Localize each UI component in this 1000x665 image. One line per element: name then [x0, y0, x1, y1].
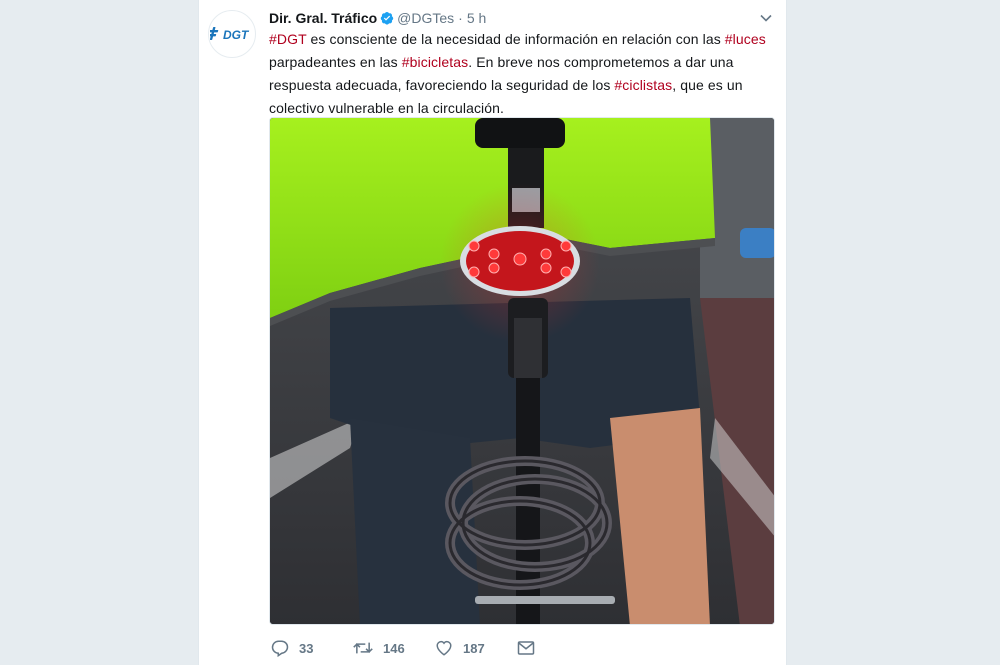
header-separator: ·	[458, 10, 463, 26]
reply-icon	[271, 640, 289, 657]
tweet-actions: 33 146 187	[271, 637, 545, 659]
retweet-icon	[353, 642, 373, 654]
retweet-count: 146	[383, 640, 405, 656]
tweet-text: #DGT es consciente de la necesidad de in…	[269, 28, 774, 120]
chevron-down-icon[interactable]	[757, 10, 775, 26]
tweet-text-segment: es consciente de la necesidad de informa…	[306, 31, 725, 47]
reply-count: 33	[299, 640, 314, 656]
hashtag-link[interactable]: #bicicletas	[402, 54, 468, 70]
like-button[interactable]: 187	[435, 639, 517, 657]
tweet-text-segment: parpadeantes en las	[269, 54, 402, 70]
reply-button[interactable]: 33	[271, 639, 353, 657]
cyclist-rear-light-photo	[270, 118, 774, 624]
hashtag-link[interactable]: #luces	[725, 31, 766, 47]
tweet-header: Dir. Gral. Tráfico @DGTes · 5 h	[269, 8, 486, 28]
direct-message-button[interactable]	[517, 640, 545, 656]
tweet-timestamp[interactable]: 5 h	[467, 10, 486, 26]
verified-badge-icon	[380, 11, 394, 25]
author-handle[interactable]: @DGTes	[397, 10, 454, 26]
avatar[interactable]: DGT	[208, 10, 256, 58]
avatar-logo-text: DGT	[223, 28, 250, 42]
author-display-name[interactable]: Dir. Gral. Tráfico	[269, 10, 377, 26]
envelope-icon	[517, 641, 535, 655]
hashtag-link[interactable]: #ciclistas	[614, 77, 672, 93]
like-count: 187	[463, 640, 485, 656]
heart-icon	[436, 640, 452, 656]
dgt-logo-icon: DGT	[210, 27, 250, 42]
hashtag-link[interactable]: #DGT	[269, 31, 307, 47]
tweet-photo[interactable]	[269, 117, 775, 625]
retweet-button[interactable]: 146	[353, 639, 435, 657]
tweet-card[interactable]: DGT Dir. Gral. Tráfico @DGTes · 5 h #DGT…	[198, 0, 787, 665]
